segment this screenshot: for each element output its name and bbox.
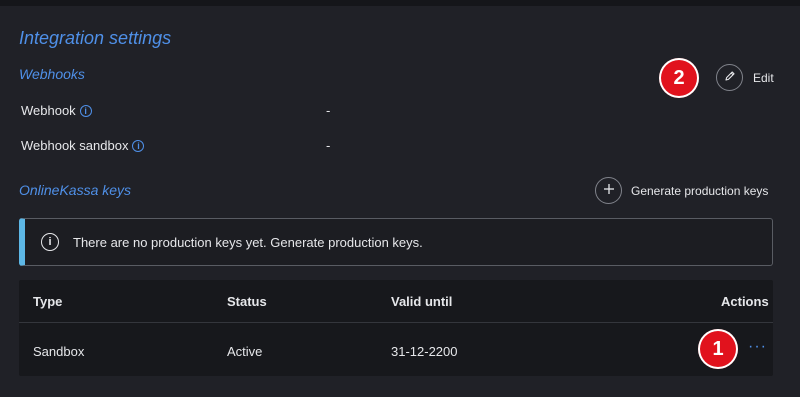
annotation-badge-2: 2: [659, 58, 699, 98]
page-title: Integration settings: [19, 28, 172, 48]
pencil-icon: [724, 69, 736, 87]
webhook-sandbox-value: -: [326, 138, 331, 153]
webhook-sandbox-label: Webhook sandbox: [21, 138, 129, 153]
webhook-label: Webhook: [21, 103, 76, 118]
more-dots-icon[interactable]: ···: [748, 338, 767, 356]
alert-text: There are no production keys yet. Genera…: [73, 234, 423, 250]
onlinekassa-keys-section-title: OnlineKassa keys: [19, 182, 132, 198]
plus-icon: [603, 182, 615, 200]
no-keys-alert: i There are no production keys yet. Gene…: [19, 218, 773, 266]
cell-valid-until: 31-12-2200: [391, 344, 458, 359]
webhooks-section-title: Webhooks: [19, 66, 85, 82]
info-icon: i: [41, 233, 59, 251]
webhook-value: -: [326, 103, 331, 118]
generate-keys-button[interactable]: [595, 177, 622, 204]
keys-table: Type Status Valid until Actions Sandbox …: [19, 280, 773, 376]
info-icon[interactable]: i: [79, 104, 92, 117]
cell-status: Active: [227, 344, 263, 359]
info-icon[interactable]: i: [132, 139, 145, 152]
edit-label[interactable]: Edit: [753, 71, 774, 85]
webhook-row-label: Webhook i: [21, 103, 92, 118]
cell-type: Sandbox: [33, 344, 85, 359]
edit-button[interactable]: [716, 64, 743, 91]
column-header-status: Status: [227, 294, 267, 309]
webhook-sandbox-row-label: Webhook sandbox i: [21, 138, 145, 153]
column-header-type: Type: [33, 294, 63, 309]
annotation-badge-1: 1: [698, 329, 738, 369]
column-header-actions: Actions: [721, 294, 769, 309]
column-header-valid-until: Valid until: [391, 294, 453, 309]
generate-keys-label[interactable]: Generate production keys: [631, 184, 768, 198]
